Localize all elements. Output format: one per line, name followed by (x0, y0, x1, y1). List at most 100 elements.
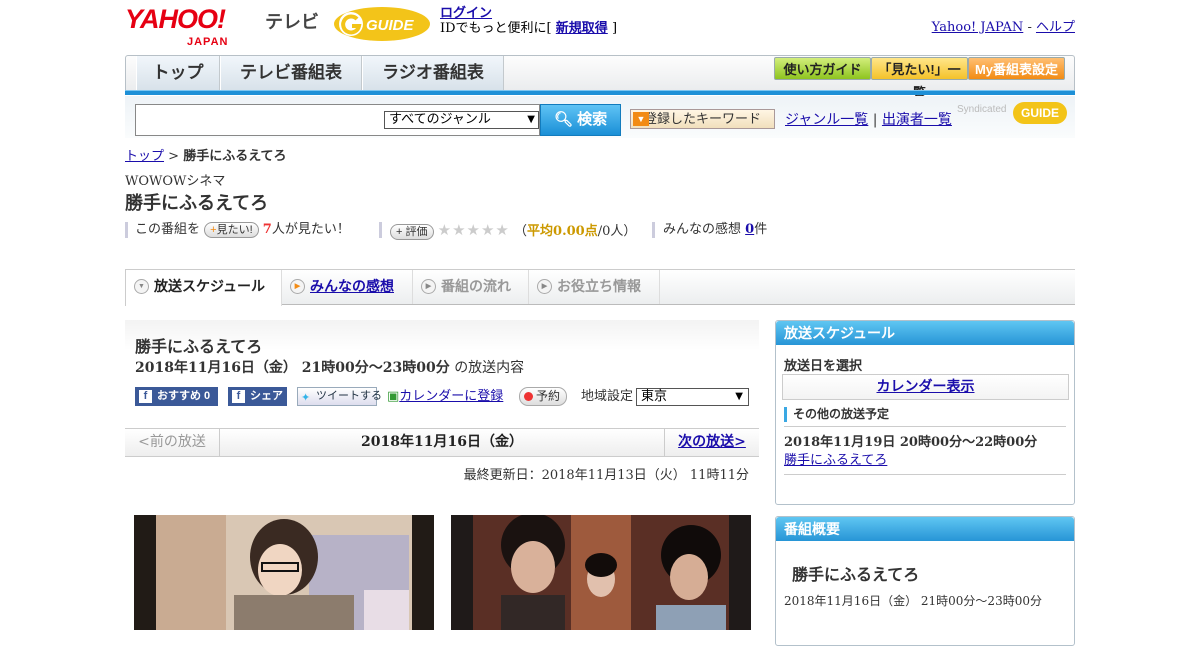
mitai-group: この番組を +見たい! 7人が見たい！ (135, 220, 350, 240)
program-actions: f おすすめ 0 f シェア ✦ ツイートする ▣カレンダーに登録 予約 地域設定 東… (135, 387, 755, 407)
twitter-icon: ✦ (301, 392, 311, 404)
mitai-suffix: 人が見たい！ (271, 222, 350, 237)
mitai-button-label: 見たい! (216, 224, 253, 236)
program-still-image-1 (134, 515, 434, 630)
syndicated-text: Syndicated (957, 104, 1007, 115)
breadcrumb-separator: > (168, 149, 180, 164)
rating-button[interactable]: + 評価 (390, 224, 434, 240)
yahoo-japan-link[interactable]: Yahoo! JAPAN (932, 20, 1024, 35)
yahoo-japan-logo[interactable]: YAHOO! JAPAN (125, 4, 227, 48)
breadcrumb-top-link[interactable]: トップ (125, 149, 164, 164)
program-meta: この番組を +見たい! 7人が見たい！ + 評価 ★★★★★ （平均0.00点/… (125, 220, 825, 240)
registered-keyword-button[interactable]: ▼ 登録したキーワード (630, 109, 775, 129)
search-input[interactable]: すべてのジャンル ▼ (135, 104, 540, 136)
impressions-count-link[interactable]: 0 (745, 222, 754, 237)
facebook-icon: f (232, 390, 245, 403)
calendar-register-link[interactable]: カレンダーに登録 (399, 389, 503, 404)
tweet-label: ツイートする (316, 390, 382, 402)
syndicated-badge: Syndicated GUIDE (957, 102, 1067, 124)
avg-prefix: （ (514, 224, 528, 239)
genre-list-link[interactable]: ジャンル一覧 (785, 112, 868, 128)
guide-button[interactable]: 使い方ガイド (774, 57, 871, 80)
subtab-impressions[interactable]: ▶ みんなの感想 (282, 270, 413, 304)
prev-broadcast-link[interactable]: <前の放送 (125, 429, 220, 456)
last-updated: 最終更新日：2018年11月13日（火） 11時11分 (463, 468, 749, 483)
meta-divider (379, 222, 382, 238)
help-link[interactable]: ヘルプ (1036, 20, 1075, 35)
login-link[interactable]: ログイン (440, 6, 492, 21)
record-icon (524, 392, 533, 401)
tweet-button[interactable]: ✦ ツイートする (297, 387, 382, 406)
tv-label[interactable]: テレビ (265, 8, 319, 34)
avg-suffix: /0人） (597, 224, 637, 239)
performer-list-link[interactable]: 出演者一覧 (882, 112, 952, 128)
tab-top[interactable]: トップ (136, 56, 220, 90)
search-icon: 🔍︎ (553, 111, 573, 128)
signup-close: ] (611, 21, 618, 36)
overview-panel-header: 番組概要 (776, 517, 1074, 541)
reserve-button[interactable]: 予約 (519, 387, 568, 406)
subtab-flow[interactable]: ▶ 番組の流れ (413, 270, 529, 304)
login-box: ログイン IDでもっと便利に[ 新規取得 ] (440, 6, 617, 36)
plus-icon: + (396, 226, 403, 238)
next-broadcast-link[interactable]: 次の放送> (664, 429, 759, 456)
svg-text:GUIDE: GUIDE (366, 17, 415, 34)
main-nav: トップ テレビ番組表 ラジオ番組表 使い方ガイド 「見たい!」一覧 My番組表設… (125, 55, 1075, 100)
facebook-recommend-label: おすすめ 0 (157, 390, 211, 402)
header-links: Yahoo! JAPAN - ヘルプ (932, 16, 1075, 35)
calendar-plus-icon: ▣ (387, 389, 400, 404)
subtab-impressions-label: みんなの感想 (310, 278, 394, 294)
facebook-share-button[interactable]: f シェア (228, 387, 287, 406)
meta-divider (125, 222, 128, 238)
region-select[interactable]: 東京 ▼ (636, 388, 749, 406)
link-separator: | (872, 112, 878, 128)
calendar-display-button[interactable]: カレンダー表示 (782, 374, 1069, 400)
tab-radio-schedule[interactable]: ラジオ番組表 (362, 56, 504, 90)
other-broadcast-title-link[interactable]: 勝手にふるえてろ (784, 449, 887, 468)
chevron-down-icon: ▼ (735, 391, 743, 402)
program-still-image-2 (451, 515, 751, 630)
subtab-info[interactable]: ▶ お役立ち情報 (529, 270, 660, 304)
channel-name: WOWOWシネマ (125, 174, 226, 189)
impressions-label: みんなの感想 (663, 222, 742, 237)
meta-divider (652, 222, 655, 238)
tab-tv-schedule[interactable]: テレビ番組表 (220, 56, 362, 90)
subtab-flow-label: 番組の流れ (441, 278, 511, 294)
subtab-schedule-label: 放送スケジュール (154, 278, 266, 294)
still-image-2-art (451, 515, 751, 630)
region-label: 地域設定 (581, 389, 634, 404)
rating-button-label: 評価 (405, 226, 428, 238)
chevron-right-icon: ▶ (290, 279, 305, 294)
current-broadcast-date: 2018年11月16日（金） (361, 434, 523, 450)
header: YAHOO! JAPAN テレビ GUIDE ログイン IDでもっと便利に[ 新規… (125, 0, 1075, 50)
genre-select[interactable]: すべてのジャンル ▼ (384, 111, 539, 129)
still-image-1-art (134, 515, 434, 630)
login-text: IDでもっと便利に[ (440, 21, 552, 36)
rating-stars: ★★★★★ (437, 221, 510, 239)
breadcrumb: トップ > 勝手にふるえてろ (125, 145, 287, 164)
mitai-list-button[interactable]: 「見たい!」一覧 (871, 57, 968, 100)
my-schedule-button[interactable]: My番組表設定 (968, 57, 1065, 80)
mitai-button[interactable]: +見たい! (204, 222, 259, 238)
impressions-group: みんなの感想 0件 (663, 220, 767, 240)
reserve-label: 予約 (536, 389, 561, 403)
divider (784, 474, 1066, 475)
gguide-logo[interactable]: GUIDE (333, 6, 431, 42)
calendar-register-group: ▣カレンダーに登録 (387, 387, 503, 407)
yahoo-japan-text: JAPAN (187, 36, 229, 48)
chevron-down-icon: ▼ (527, 114, 535, 125)
subtab-schedule[interactable]: ▼ 放送スケジュール (125, 270, 282, 306)
breadcrumb-current: 勝手にふるえてろ (183, 149, 287, 164)
search-button[interactable]: 🔍︎ 検索 (540, 104, 621, 136)
chevron-right-icon: ▶ (421, 279, 436, 294)
facebook-recommend-button[interactable]: f おすすめ 0 (135, 387, 218, 406)
subtab-info-label: お役立ち情報 (557, 278, 641, 294)
overview-panel: 番組概要 勝手にふるえてろ 2018年11月16日（金） 21時00分～23時0… (775, 516, 1075, 646)
genre-select-value: すべてのジャンル (389, 112, 491, 127)
header-separator: - (1027, 20, 1032, 35)
program-datetime-suffix: の放送内容 (454, 360, 525, 376)
syndicated-gguide-logo: GUIDE (1013, 102, 1067, 124)
signup-link[interactable]: 新規取得 (556, 21, 608, 36)
schedule-panel: 放送スケジュール 放送日を選択 カレンダー表示 その他の放送予定 2018年11… (775, 320, 1075, 505)
impressions-unit: 件 (754, 222, 768, 237)
